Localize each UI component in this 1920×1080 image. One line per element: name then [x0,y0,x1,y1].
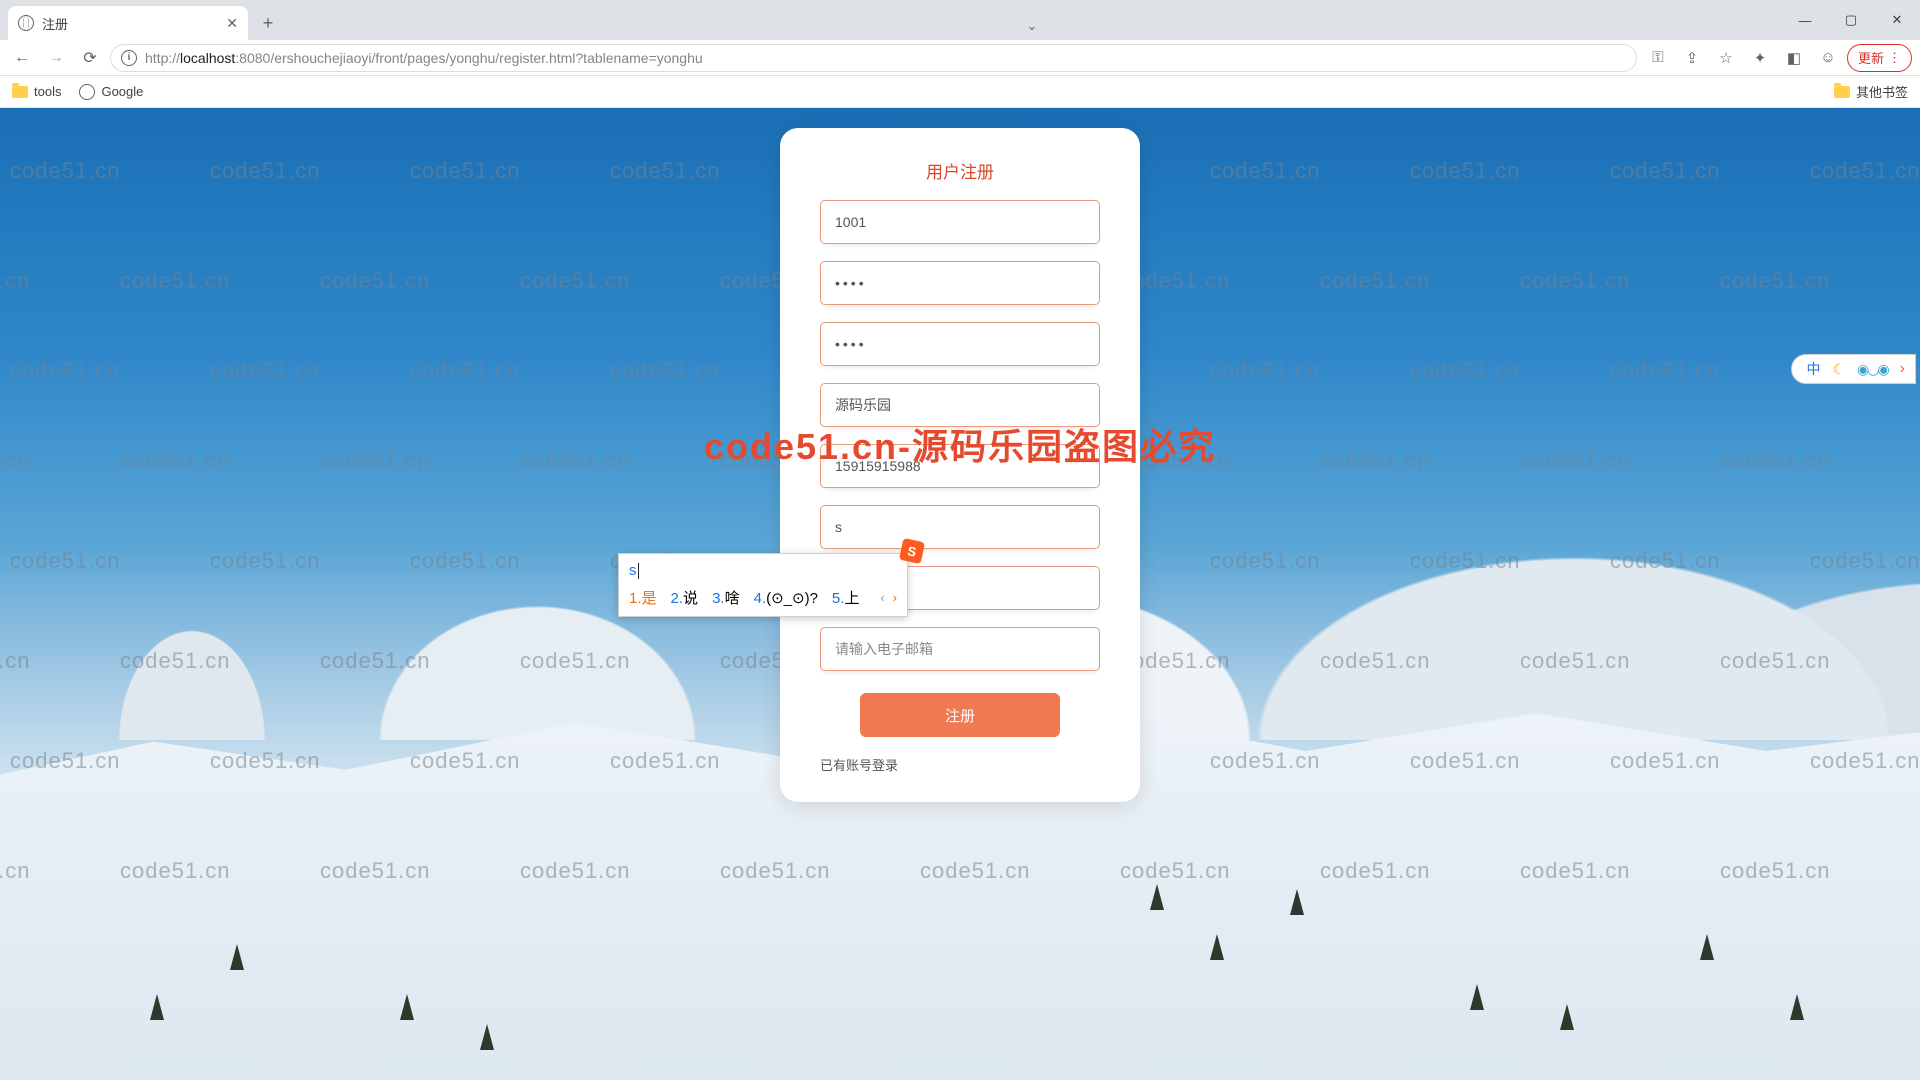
login-link[interactable]: 已有账号登录 [820,755,1100,774]
url-path: :8080/ershouchejiaoyi/front/pages/yonghu… [235,50,702,66]
address-bar[interactable]: i http://localhost:8080/ershouchejiaoyi/… [110,44,1637,72]
maximize-button[interactable]: ▢ [1828,0,1874,40]
tab-overflow-icon[interactable]: ⌄ [1017,18,1047,34]
page-viewport: code51.cncode51.cncode51.cncode51.cncode… [0,108,1920,1080]
update-label: 更新 [1858,48,1884,67]
tab-close-icon[interactable]: ✕ [226,15,238,32]
folder-icon [1834,86,1850,98]
toolbar: ← → ⟳ i http://localhost:8080/ershouchej… [0,40,1920,76]
ime-popup: S s 1.是2.说3.啥4.(⊙_⊙)?5.上‹› [618,553,908,617]
ime-candidates: 1.是2.说3.啥4.(⊙_⊙)?5.上‹› [619,583,907,616]
card-title: 用户注册 [820,158,1100,183]
window-controls: ― ▢ ✕ [1782,0,1920,40]
ime-candidate[interactable]: 4.(⊙_⊙)? [754,589,818,607]
ime-toolbar[interactable]: 中 ☾ ◉◡◉ › [1791,354,1916,384]
bookmark-tools[interactable]: tools [12,84,61,99]
ime-expand-icon[interactable]: › [1900,360,1905,378]
close-window-button[interactable]: ✕ [1874,0,1920,40]
bookmark-star-icon[interactable]: ☆ [1711,44,1741,72]
globe-icon [18,15,34,31]
extensions-icon[interactable]: ✦ [1745,44,1775,72]
bookmark-other[interactable]: 其他书签 [1834,82,1908,101]
url-scheme: http:// [145,50,180,66]
username-input[interactable] [820,200,1100,244]
ime-candidate[interactable]: 5.上 [832,587,860,608]
address-input[interactable] [820,505,1100,549]
ime-lang-icon[interactable]: 中 [1806,359,1820,379]
confirm-password-input[interactable] [820,322,1100,366]
bookmarks-bar: tools Google 其他书签 [0,76,1920,108]
profile-icon[interactable]: ☺ [1813,44,1843,72]
ime-moon-icon[interactable]: ☾ [1832,361,1845,378]
share-icon[interactable]: ⇪ [1677,44,1707,72]
ime-pager[interactable]: ‹› [880,590,897,605]
ime-typed: s [619,554,907,583]
ime-candidate[interactable]: 2.说 [671,587,699,608]
url-host: localhost [180,50,235,66]
reload-button[interactable]: ⟳ [76,44,104,72]
password-input[interactable] [820,261,1100,305]
phone-input[interactable] [820,444,1100,488]
nickname-input[interactable] [820,383,1100,427]
forward-button[interactable]: → [42,44,70,72]
new-tab-button[interactable]: + [254,13,282,34]
submit-button[interactable]: 注册 [860,693,1060,737]
google-icon [79,84,95,100]
sogou-logo-icon: S [899,538,925,564]
browser-tab[interactable]: 注册 ✕ [8,6,248,40]
minimize-button[interactable]: ― [1782,0,1828,40]
ime-candidate[interactable]: 3.啥 [712,587,740,608]
password-key-icon[interactable]: ⚿ [1643,44,1673,72]
folder-icon [12,86,28,98]
bookmark-google[interactable]: Google [79,84,143,100]
ime-next-icon: › [893,590,897,605]
tab-title: 注册 [42,14,68,33]
side-panel-icon[interactable]: ◧ [1779,44,1809,72]
tab-strip: 注册 ✕ + ⌄ ― ▢ ✕ [0,0,1920,40]
ime-prev-icon: ‹ [880,590,884,605]
site-info-icon[interactable]: i [121,50,137,66]
back-button[interactable]: ← [8,44,36,72]
ime-candidate[interactable]: 1.是 [629,587,657,608]
email-input[interactable] [820,627,1100,671]
ime-face-icon[interactable]: ◉◡◉ [1857,361,1888,378]
register-card: 用户注册 注册 已有账号登录 [780,128,1140,802]
update-button[interactable]: 更新⋮ [1847,44,1912,72]
